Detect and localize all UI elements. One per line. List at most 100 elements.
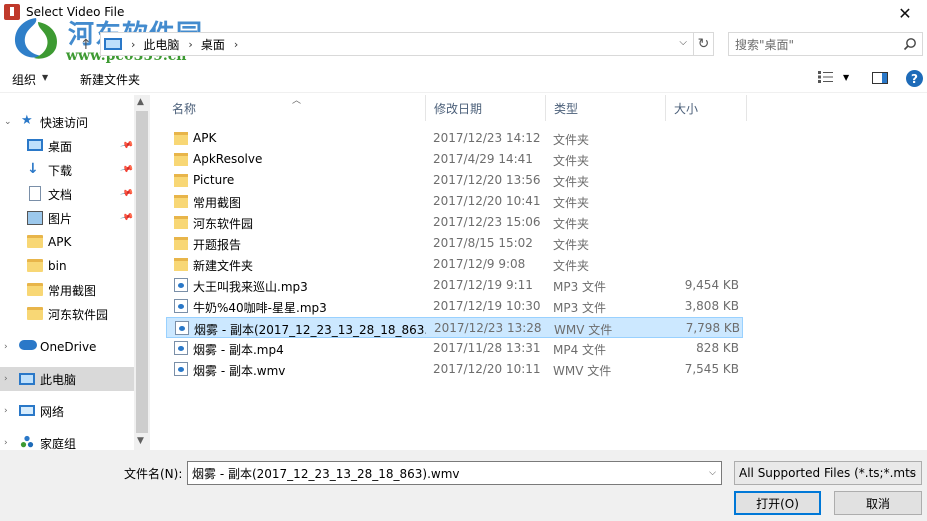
organize-button[interactable]: 组织 [12, 71, 36, 88]
column-date[interactable]: 修改日期 [426, 95, 546, 121]
nav-label: 此电脑 [40, 372, 77, 387]
chevron-right-icon[interactable]: › [131, 38, 135, 51]
file-date: 2017/12/20 13:56 [433, 173, 541, 187]
nav-item-screenshots[interactable]: 常用截图 [0, 278, 134, 302]
chevron-right-icon[interactable]: › [4, 374, 8, 384]
chevron-down-icon[interactable]: ⌵ [909, 468, 916, 478]
chevron-right-icon[interactable]: › [188, 38, 192, 51]
breadcrumb-desktop[interactable]: 桌面 [201, 36, 225, 53]
folder-icon [174, 174, 188, 187]
chevron-right-icon[interactable]: › [4, 406, 8, 416]
preview-pane-icon[interactable] [872, 72, 888, 84]
caret-down-icon[interactable]: ▼ [42, 73, 48, 82]
table-row[interactable]: 开题报告 2017/8/15 15:02 文件夹 [166, 233, 743, 254]
table-row[interactable]: 新建文件夹 2017/12/9 9:08 文件夹 [166, 254, 743, 275]
file-date: 2017/11/28 13:31 [433, 341, 541, 355]
nav-item-hedong[interactable]: 河东软件园 [0, 302, 134, 326]
up-arrow-icon[interactable]: ↑ [80, 37, 92, 53]
nav-label: 家庭组 [40, 436, 77, 451]
file-size: 7,798 KB [685, 321, 740, 335]
nav-scrollbar[interactable]: ▲ ▼ [134, 95, 150, 450]
chevron-right-icon[interactable]: › [4, 438, 8, 448]
nav-quick-access[interactable]: ⌄ ★ 快速访问 [0, 110, 134, 134]
table-row-selected[interactable]: 烟雾 - 副本(2017_12_23_13_28_18_863... 2017/… [166, 317, 743, 338]
column-size[interactable]: 大小 [666, 95, 747, 121]
file-type: 文件夹 [553, 238, 590, 252]
chevron-right-icon[interactable]: › [234, 38, 238, 51]
this-pc-icon [104, 38, 122, 50]
folder-icon [27, 235, 43, 248]
nav-item-desktop[interactable]: 桌面 📌 [0, 134, 134, 158]
nav-item-apk[interactable]: APK [0, 230, 134, 254]
column-name[interactable]: 名称 [164, 95, 426, 121]
view-options-icon[interactable] [818, 71, 834, 83]
nav-onedrive[interactable]: › OneDrive [0, 335, 134, 359]
file-type: 文件夹 [553, 259, 590, 273]
chevron-down-icon[interactable]: ⌄ [4, 117, 12, 127]
pin-icon[interactable]: 📌 [119, 139, 134, 153]
address-row: ↑ › 此电脑 › 桌面 › ⌵ ↻ 搜索"桌面" [0, 28, 927, 62]
table-row[interactable]: 常用截图 2017/12/20 10:41 文件夹 [166, 191, 743, 212]
search-icon[interactable] [903, 37, 917, 51]
breadcrumb-this-pc[interactable]: 此电脑 [143, 36, 179, 53]
table-row[interactable]: 河东软件园 2017/12/23 15:06 文件夹 [166, 212, 743, 233]
nav-item-downloads[interactable]: ↓ 下载 📌 [0, 158, 134, 182]
nav-label: OneDrive [40, 340, 97, 354]
table-row[interactable]: ApkResolve 2017/4/29 14:41 文件夹 [166, 149, 743, 170]
help-button[interactable]: ? [906, 70, 923, 87]
file-date: 2017/4/29 14:41 [433, 152, 533, 166]
table-row[interactable]: 烟雾 - 副本.mp4 2017/11/28 13:31 MP4 文件 828 … [166, 338, 743, 359]
nav-item-bin[interactable]: bin [0, 254, 134, 278]
open-button[interactable]: 打开(O) [734, 491, 821, 515]
nav-homegroup[interactable]: › 家庭组 [0, 431, 134, 450]
file-date: 2017/12/20 10:41 [433, 194, 541, 208]
nav-label: bin [48, 259, 67, 273]
chevron-right-icon[interactable]: › [4, 342, 8, 352]
document-icon [29, 186, 41, 201]
folder-icon [27, 259, 43, 272]
table-row[interactable]: 大王叫我来巡山.mp3 2017/12/19 9:11 MP3 文件 9,454… [166, 275, 743, 296]
filename-input[interactable]: 烟雾 - 副本(2017_12_23_13_28_18_863).wmv ⌵ [187, 461, 722, 485]
folder-icon [174, 258, 188, 271]
address-bar[interactable]: › 此电脑 › 桌面 › ⌵ [100, 32, 694, 56]
scrollbar-thumb[interactable] [136, 111, 148, 433]
chevron-down-icon[interactable]: ⌵ [709, 468, 716, 478]
nav-network[interactable]: › 网络 [0, 399, 134, 423]
table-row[interactable]: 牛奶%40咖啡-星星.mp3 2017/12/19 10:30 MP3 文件 3… [166, 296, 743, 317]
new-folder-button[interactable]: 新建文件夹 [80, 71, 140, 88]
nav-label: APK [48, 235, 72, 249]
file-type: 文件夹 [553, 154, 590, 168]
filename-value: 烟雾 - 副本(2017_12_23_13_28_18_863).wmv [192, 466, 460, 481]
chevron-down-icon[interactable]: ⌵ [679, 37, 687, 48]
caret-down-icon[interactable]: ▼ [843, 73, 849, 82]
column-type[interactable]: 类型 [546, 95, 666, 121]
file-type: 文件夹 [553, 175, 590, 189]
file-type: MP3 文件 [553, 301, 607, 315]
scroll-down-icon[interactable]: ▼ [137, 436, 144, 446]
table-row[interactable]: 烟雾 - 副本.wmv 2017/12/20 10:11 WMV 文件 7,54… [166, 359, 743, 380]
homegroup-icon [20, 435, 34, 448]
file-type: MP4 文件 [553, 343, 607, 357]
search-input[interactable]: 搜索"桌面" [728, 32, 923, 56]
pin-icon[interactable]: 📌 [119, 163, 134, 177]
nav-this-pc[interactable]: › 此电脑 [0, 367, 134, 391]
folder-icon [174, 195, 188, 208]
scroll-up-icon[interactable]: ▲ [137, 97, 144, 107]
file-size: 7,545 KB [684, 362, 739, 376]
audio-file-icon [174, 278, 188, 292]
table-row[interactable]: Picture 2017/12/20 13:56 文件夹 [166, 170, 743, 191]
filetype-select[interactable]: All Supported Files (*.ts;*.mts ⌵ [734, 461, 922, 485]
dialog-footer: 文件名(N): 烟雾 - 副本(2017_12_23_13_28_18_863)… [0, 450, 927, 521]
table-row[interactable]: APK 2017/12/23 14:12 文件夹 [166, 128, 743, 149]
nav-item-pictures[interactable]: 图片 📌 [0, 206, 134, 230]
star-icon: ★ [21, 113, 33, 128]
cancel-button[interactable]: 取消 [834, 491, 922, 515]
window-title: Select Video File [26, 5, 125, 19]
refresh-button[interactable]: ↻ [694, 32, 714, 56]
nav-item-documents[interactable]: 文档 📌 [0, 182, 134, 206]
file-name: 大王叫我来巡山.mp3 [193, 280, 308, 294]
pin-icon[interactable]: 📌 [119, 211, 134, 225]
pin-icon[interactable]: 📌 [119, 187, 134, 201]
close-button[interactable]: ✕ [883, 0, 927, 26]
file-date: 2017/8/15 15:02 [433, 236, 533, 250]
